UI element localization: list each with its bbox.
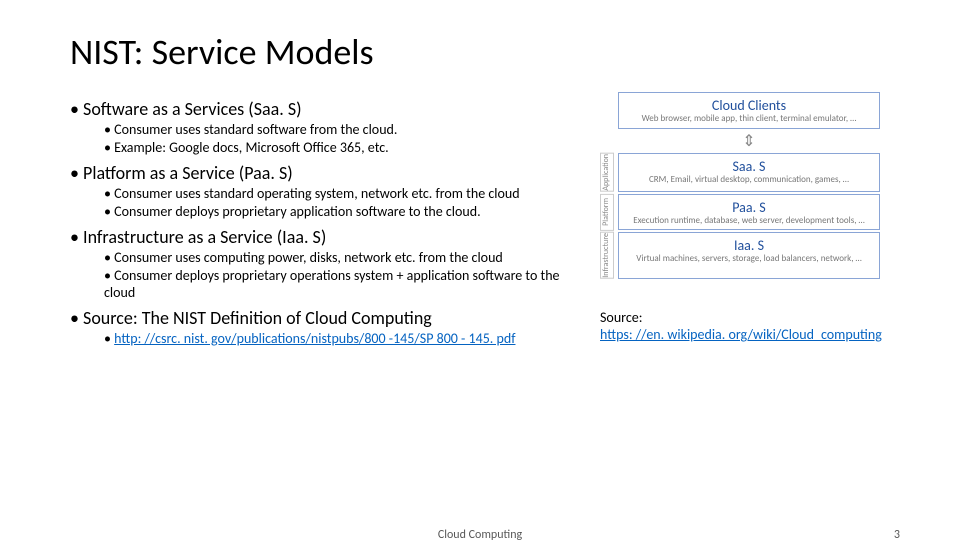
bullet-paas: Platform as a Service (Paa. S) Consumer … — [70, 162, 590, 220]
cloud-stack-diagram: Cloud Clients Web browser, mobile app, t… — [600, 92, 880, 279]
sub-bullet: http: //csrc. nist. gov/publications/nis… — [104, 331, 590, 347]
diagram-box-sub: Web browser, mobile app, thin client, te… — [625, 114, 873, 124]
diagram-saas-box: Saa. S CRM, Email, virtual desktop, comm… — [618, 153, 880, 192]
diagram-iaas-box: Iaa. S Virtual machines, servers, storag… — [618, 232, 880, 279]
diagram-box-title: Paa. S — [625, 199, 873, 216]
bullet-text: Source: The NIST Definition of Cloud Com… — [83, 307, 432, 329]
diagram-box-sub: CRM, Email, virtual desktop, communicati… — [625, 175, 873, 185]
sub-bullet: Consumer deploys proprietary operations … — [104, 268, 590, 300]
bullet-area: Software as a Services (Saa. S) Consumer… — [70, 92, 590, 347]
image-source: Source: https: //en. wikipedia. org/wiki… — [600, 309, 900, 343]
sub-bullet: Consumer uses computing power, disks, ne… — [104, 250, 590, 266]
source-label: Source: — [600, 309, 642, 326]
bullet-source: Source: The NIST Definition of Cloud Com… — [70, 307, 590, 347]
bullet-text: Platform as a Service (Paa. S) — [83, 162, 293, 184]
diagram-clients-box: Cloud Clients Web browser, mobile app, t… — [618, 92, 880, 129]
sub-bullet: Consumer uses standard software from the… — [104, 122, 590, 138]
diagram-paas-box: Paa. S Execution runtime, database, web … — [618, 194, 880, 231]
bullet-text: Software as a Services (Saa. S) — [83, 98, 302, 120]
diagram-box-title: Cloud Clients — [625, 97, 873, 114]
diagram-box-title: Iaa. S — [625, 237, 873, 254]
nist-link[interactable]: http: //csrc. nist. gov/publications/nis… — [114, 330, 515, 347]
wikipedia-link[interactable]: https: //en. wikipedia. org/wiki/Cloud_c… — [600, 326, 882, 343]
bullet-iaas: Infrastructure as a Service (Iaa. S) Con… — [70, 226, 590, 300]
sub-bullet: Consumer deploys proprietary application… — [104, 204, 590, 220]
bullet-text: Infrastructure as a Service (Iaa. S) — [83, 226, 326, 248]
bidirectional-arrow-icon: ⇕ — [618, 131, 880, 151]
sub-bullet: Consumer uses standard operating system,… — [104, 186, 590, 202]
diagram-label-platform: Platform — [600, 194, 614, 231]
diagram-box-title: Saa. S — [625, 158, 873, 175]
diagram-box-sub: Virtual machines, servers, storage, load… — [625, 254, 873, 264]
slide-title: NIST: Service Models — [70, 30, 900, 74]
diagram-label-infrastructure: Infrastructure — [600, 232, 614, 279]
sub-bullet: Example: Google docs, Microsoft Office 3… — [104, 140, 590, 156]
diagram-label-application: Application — [600, 153, 614, 192]
bullet-saas: Software as a Services (Saa. S) Consumer… — [70, 98, 590, 156]
diagram-box-sub: Execution runtime, database, web server,… — [625, 216, 873, 226]
